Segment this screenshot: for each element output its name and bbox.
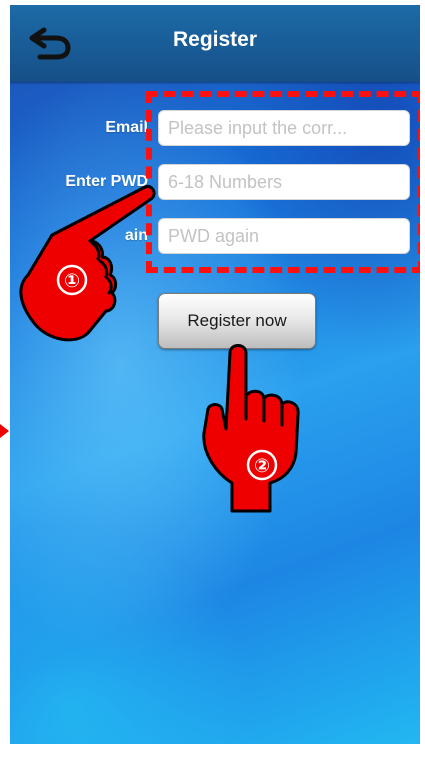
page-title: Register xyxy=(172,28,258,51)
step-1-badge: ① xyxy=(64,270,80,292)
pointing-hand-icon: ② xyxy=(202,344,300,513)
step-2-badge: ② xyxy=(254,455,270,477)
navigation-bar: Register xyxy=(10,5,420,82)
password-field[interactable] xyxy=(158,164,410,200)
confirm-password-label: ain xyxy=(124,227,148,244)
email-field[interactable] xyxy=(158,110,410,146)
confirm-password-field[interactable] xyxy=(158,218,410,254)
register-now-button[interactable]: Register now xyxy=(158,293,316,349)
annotation-arrow-marker xyxy=(0,424,10,443)
password-label: Enter PWD xyxy=(65,173,148,190)
email-label: Email xyxy=(105,119,148,136)
app-screen: Register Email Enter PWD ain Register no… xyxy=(10,5,420,744)
pointing-hand-icon: ① xyxy=(19,184,156,342)
